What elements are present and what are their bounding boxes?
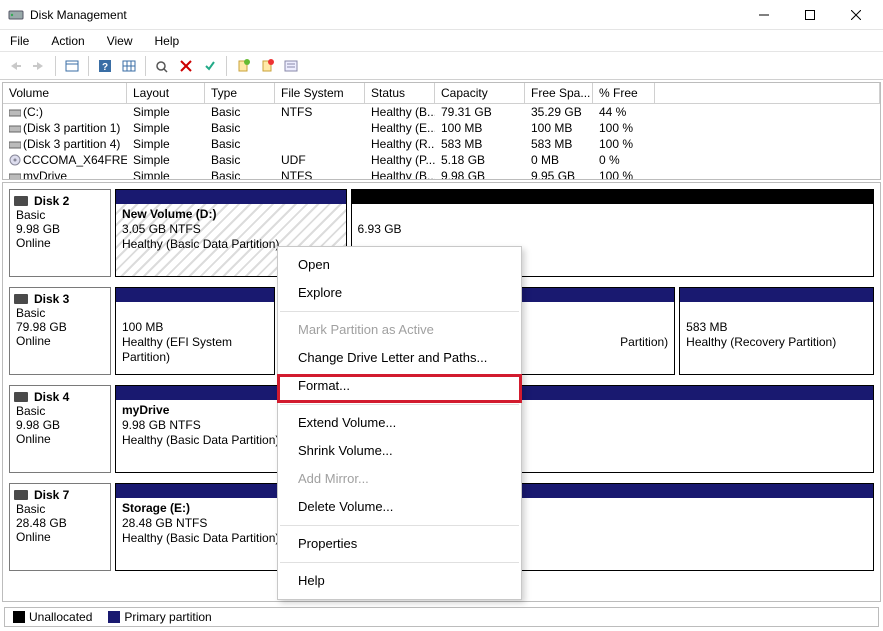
app-icon — [8, 7, 24, 23]
ctx-help[interactable]: Help — [278, 567, 521, 595]
disk-icon — [14, 490, 28, 500]
volume-row[interactable]: myDrive SimpleBasicNTFSHealthy (B...9.98… — [3, 168, 880, 180]
disk-info[interactable]: Disk 3 Basic 79.98 GB Online — [9, 287, 111, 375]
menu-file[interactable]: File — [6, 32, 33, 50]
settings-grid-button[interactable] — [118, 55, 140, 77]
ctx-change-drive-letter[interactable]: Change Drive Letter and Paths... — [278, 344, 521, 372]
refresh-button[interactable] — [151, 55, 173, 77]
check-icon[interactable] — [199, 55, 221, 77]
new-volume-icon[interactable] — [232, 55, 254, 77]
legend-swatch-unallocated — [13, 611, 25, 623]
close-button[interactable] — [833, 0, 879, 30]
titlebar: Disk Management — [0, 0, 883, 30]
disk-info[interactable]: Disk 4 Basic 9.98 GB Online — [9, 385, 111, 473]
show-hide-button[interactable] — [61, 55, 83, 77]
menu-view[interactable]: View — [103, 32, 137, 50]
disk-info[interactable]: Disk 2 Basic 9.98 GB Online — [9, 189, 111, 277]
partition[interactable]: 583 MB Healthy (Recovery Partition) — [679, 287, 874, 375]
context-menu: Open Explore Mark Partition as Active Ch… — [277, 246, 522, 600]
disk-icon — [14, 392, 28, 402]
ctx-delete-volume[interactable]: Delete Volume... — [278, 493, 521, 521]
volume-list: Volume Layout Type File System Status Ca… — [2, 82, 881, 180]
ctx-extend-volume[interactable]: Extend Volume... — [278, 409, 521, 437]
col-fs[interactable]: File System — [275, 83, 365, 104]
menu-help[interactable]: Help — [151, 32, 184, 50]
volume-row[interactable]: (Disk 3 partition 4) SimpleBasicHealthy … — [3, 136, 880, 152]
drive-icon — [9, 121, 23, 135]
volume-row[interactable]: CCCOMA_X64FRE... SimpleBasicUDFHealthy (… — [3, 152, 880, 168]
maximize-button[interactable] — [787, 0, 833, 30]
ctx-format[interactable]: Format... — [278, 372, 521, 400]
col-pct[interactable]: % Free — [593, 83, 655, 104]
col-capacity[interactable]: Capacity — [435, 83, 525, 104]
legend: Unallocated Primary partition — [4, 607, 879, 627]
drive-icon — [9, 105, 23, 119]
help-button[interactable]: ? — [94, 55, 116, 77]
minimize-button[interactable] — [741, 0, 787, 30]
partition[interactable]: 100 MB Healthy (EFI System Partition) — [115, 287, 275, 375]
disk-info[interactable]: Disk 7 Basic 28.48 GB Online — [9, 483, 111, 571]
volume-row[interactable]: (Disk 3 partition 1) SimpleBasicHealthy … — [3, 120, 880, 136]
drive-icon — [9, 169, 23, 180]
svg-text:?: ? — [102, 62, 108, 73]
ctx-open[interactable]: Open — [278, 251, 521, 279]
ctx-explore[interactable]: Explore — [278, 279, 521, 307]
ctx-properties[interactable]: Properties — [278, 530, 521, 558]
col-layout[interactable]: Layout — [127, 83, 205, 104]
toolbar: ? — [0, 52, 883, 80]
menubar: File Action View Help — [0, 30, 883, 52]
back-button[interactable] — [4, 55, 26, 77]
delete-icon[interactable] — [175, 55, 197, 77]
col-type[interactable]: Type — [205, 83, 275, 104]
col-free[interactable]: Free Spa... — [525, 83, 593, 104]
menu-action[interactable]: Action — [47, 32, 88, 50]
ctx-mark-active: Mark Partition as Active — [278, 316, 521, 344]
new-spanned-icon[interactable] — [256, 55, 278, 77]
properties-icon[interactable] — [280, 55, 302, 77]
disk-icon — [14, 294, 28, 304]
disc-icon — [9, 153, 23, 167]
ctx-shrink-volume[interactable]: Shrink Volume... — [278, 437, 521, 465]
col-volume[interactable]: Volume — [3, 83, 127, 104]
legend-swatch-primary — [108, 611, 120, 623]
disk-icon — [14, 196, 28, 206]
drive-icon — [9, 137, 23, 151]
volume-list-header: Volume Layout Type File System Status Ca… — [3, 83, 880, 104]
window-title: Disk Management — [30, 8, 741, 22]
col-status[interactable]: Status — [365, 83, 435, 104]
forward-button[interactable] — [28, 55, 50, 77]
ctx-add-mirror: Add Mirror... — [278, 465, 521, 493]
volume-row[interactable]: (C:) SimpleBasicNTFSHealthy (B...79.31 G… — [3, 104, 880, 120]
